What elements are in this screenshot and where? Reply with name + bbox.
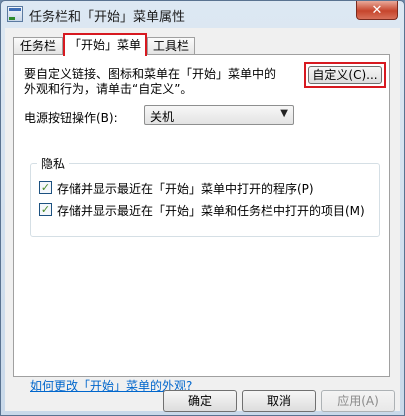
privacy-group: 隐私 ✓ 存储并显示最近在「开始」菜单中打开的程序(P) ✓ 存储并显示最近在「… bbox=[30, 155, 380, 237]
close-button[interactable]: ✕ bbox=[356, 1, 398, 20]
tab-start-menu[interactable]: 「开始」菜单 bbox=[63, 33, 147, 56]
privacy-group-title: 隐私 bbox=[37, 155, 70, 172]
tab-toolbars[interactable]: 工具栏 bbox=[147, 37, 195, 55]
power-button-label: 电源按钮操作(B): bbox=[24, 111, 118, 125]
customize-highlight: 自定义(C)... bbox=[304, 62, 386, 88]
close-icon: ✕ bbox=[371, 2, 383, 18]
customize-description: 要自定义链接、图标和菜单在「开始」菜单中的 外观和行为，请单击“自定义”。 bbox=[24, 67, 304, 97]
description-line: 外观和行为，请单击“自定义”。 bbox=[24, 82, 193, 96]
checkbox-label: 存储并显示最近在「开始」菜单中打开的程序(P) bbox=[57, 182, 314, 196]
tab-strip: 任务栏 「开始」菜单 工具栏 bbox=[13, 33, 393, 56]
dialog-client: 任务栏 「开始」菜单 工具栏 要自定义链接、图标和菜单在「开始」菜单中的 外观和… bbox=[5, 28, 400, 412]
checkbox-checked-icon[interactable]: ✓ bbox=[39, 203, 52, 216]
customize-button[interactable]: 自定义(C)... bbox=[308, 66, 382, 84]
cancel-button[interactable]: 取消 bbox=[242, 390, 316, 412]
chevron-down-icon: ▼ bbox=[280, 108, 288, 119]
power-button-action-select[interactable]: 关机 ▼ bbox=[144, 105, 294, 125]
power-button-value: 关机 bbox=[150, 110, 175, 124]
taskbar-properties-icon bbox=[7, 6, 23, 22]
dialog-window: 任务栏和「开始」菜单属性 ✕ 任务栏 「开始」菜单 工具栏 要自定义链接、图标和… bbox=[0, 0, 405, 416]
title-bar[interactable]: 任务栏和「开始」菜单属性 ✕ bbox=[1, 1, 404, 27]
checkbox-label: 存储并显示最近在「开始」菜单和任务栏中打开的项目(M) bbox=[57, 204, 365, 218]
description-line: 要自定义链接、图标和菜单在「开始」菜单中的 bbox=[24, 67, 277, 81]
apply-button[interactable]: 应用(A) bbox=[321, 390, 395, 412]
checkbox-checked-icon[interactable]: ✓ bbox=[39, 181, 52, 194]
ok-button[interactable]: 确定 bbox=[163, 390, 237, 412]
tab-taskbar[interactable]: 任务栏 bbox=[13, 37, 63, 55]
window-title: 任务栏和「开始」菜单属性 bbox=[29, 10, 186, 25]
start-menu-panel: 要自定义链接、图标和菜单在「开始」菜单中的 外观和行为，请单击“自定义”。 自定… bbox=[13, 54, 390, 393]
